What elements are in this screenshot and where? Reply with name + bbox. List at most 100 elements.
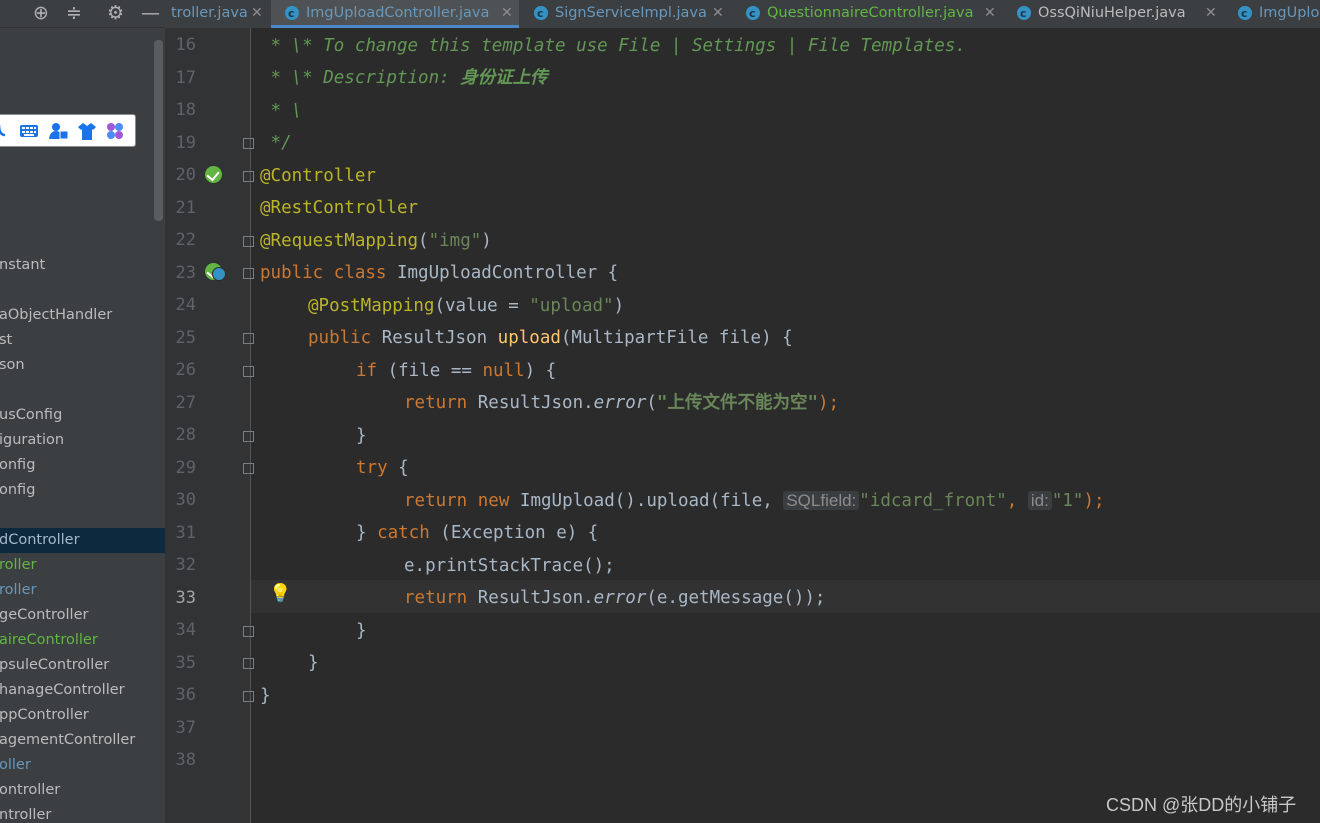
sidebar-item[interactable]: hanageController — [0, 678, 165, 703]
sidebar-item[interactable]: dController — [0, 528, 165, 553]
line-number: 32 — [175, 555, 196, 575]
fold-end-icon[interactable] — [243, 691, 254, 702]
tab-label: SignServiceImpl.java — [555, 5, 707, 21]
fold-start-icon[interactable] — [243, 268, 254, 279]
class-marker-icon — [212, 267, 226, 281]
comment-text-cn: 身份证上传 — [460, 68, 548, 88]
sidebar-item-label: psuleController — [0, 657, 110, 673]
tab-label: ImgUploadController.java — [306, 5, 490, 21]
code-line-19: */ — [260, 133, 292, 153]
java-class-icon — [1017, 1, 1031, 27]
sidebar-item[interactable]: roller — [0, 553, 165, 578]
sidebar-item[interactable]: ontroller — [0, 778, 165, 803]
sidebar-item[interactable]: ppController — [0, 703, 165, 728]
sidebar-item[interactable]: roller — [0, 578, 165, 603]
collapse-icon[interactable]: ≑ — [66, 1, 82, 25]
sidebar-item-label: onfig — [0, 482, 36, 498]
paren: ( — [418, 231, 429, 251]
editor-tab[interactable]: SignServiceImpl.java ✕ — [520, 0, 730, 28]
string-literal: "upload" — [529, 296, 614, 316]
sidebar-item[interactable]: son — [0, 353, 165, 378]
sidebar-item[interactable]: usConfig — [0, 403, 165, 428]
code-line-22: @RequestMapping("img") — [260, 230, 492, 252]
minimize-icon[interactable]: — — [141, 1, 160, 25]
close-icon[interactable]: ✕ — [251, 0, 263, 26]
sidebar-item[interactable]: aireController — [0, 628, 165, 653]
close-icon[interactable]: ✕ — [984, 0, 996, 26]
line-number: 30 — [175, 490, 196, 510]
line-number: 18 — [175, 100, 196, 120]
gear-icon[interactable]: ⚙ — [107, 1, 124, 25]
keyword: return — [404, 588, 478, 608]
fold-end-icon[interactable] — [243, 626, 254, 637]
sidebar-scrollbar[interactable] — [154, 40, 163, 221]
paren: ) — [481, 231, 492, 251]
close-icon[interactable]: ✕ — [712, 0, 724, 26]
keyword: public — [308, 328, 382, 348]
brace: } — [356, 523, 378, 543]
fold-end-icon[interactable] — [243, 658, 254, 669]
sidebar-item[interactable]: onfig — [0, 453, 165, 478]
line-number: 31 — [175, 522, 196, 543]
static-call: error — [593, 393, 647, 413]
fold-start-icon[interactable] — [243, 171, 254, 182]
tab-label: QuestionnaireController.java — [767, 5, 974, 21]
sidebar-item-label: ppController — [0, 707, 89, 723]
sidebar-item[interactable]: oller — [0, 753, 165, 778]
sidebar-item[interactable]: ntroller — [0, 803, 165, 823]
line-number: 25 — [175, 327, 196, 348]
keyword: new — [477, 491, 520, 511]
close-icon[interactable]: ✕ — [501, 0, 513, 26]
line-number: 21 — [175, 197, 196, 218]
target-icon[interactable]: ⊕ — [33, 1, 49, 25]
close-icon[interactable]: ✕ — [1205, 0, 1217, 26]
line-number: 29 — [175, 457, 196, 478]
sidebar-item[interactable]: psuleController — [0, 653, 165, 678]
clover-icon[interactable] — [105, 121, 125, 141]
line-number: 36 — [175, 685, 196, 705]
editor-tab[interactable]: OssQiNiuHelper.java ✕ — [1003, 0, 1223, 28]
sidebar-item[interactable]: geController — [0, 603, 165, 628]
keyboard-icon[interactable] — [19, 121, 39, 141]
fold-end-icon[interactable] — [243, 236, 254, 247]
tab-label: ImgUploa — [1259, 5, 1320, 21]
string-literal: "idcard_front" — [859, 491, 1007, 511]
shirt-icon[interactable] — [77, 121, 97, 141]
fold-start-icon[interactable] — [243, 366, 254, 377]
mic-icon[interactable] — [0, 121, 17, 141]
fold-start-icon[interactable] — [243, 463, 254, 474]
line-number: 35 — [175, 652, 196, 673]
editor-tab[interactable]: ImgUploa — [1224, 0, 1320, 28]
sidebar-item[interactable]: iguration — [0, 428, 165, 453]
code-editor[interactable] — [251, 28, 1320, 823]
sidebar-item-label: son — [0, 357, 25, 373]
fold-end-icon[interactable] — [243, 138, 254, 149]
code-line-32: e.printStackTrace(); — [404, 556, 615, 576]
fold-start-icon[interactable] — [243, 333, 254, 344]
keyword: return — [404, 491, 478, 511]
sidebar-item[interactable]: aObjectHandler — [0, 303, 165, 328]
line-number: 24 — [175, 295, 196, 315]
line-number: 28 — [175, 425, 196, 445]
java-class-icon — [285, 1, 299, 27]
sidebar-item[interactable]: agementController — [0, 728, 165, 753]
parameter-hint: SQLfield: — [783, 491, 860, 510]
condition-end: ) { — [524, 361, 557, 381]
user-icon[interactable] — [49, 121, 69, 141]
spring-bean-icon[interactable] — [205, 166, 222, 183]
string-literal: "1" — [1051, 491, 1084, 511]
editor-tab[interactable]: ImgUploadController.java ✕ — [271, 0, 519, 28]
sidebar-item-label: roller — [0, 557, 37, 573]
editor-tab[interactable]: QuestionnaireController.java ✕ — [732, 0, 1002, 28]
lightbulb-icon[interactable]: 💡 — [269, 583, 291, 604]
sidebar-item[interactable]: nstant — [0, 253, 165, 278]
code-line-30: return new ImgUpload().upload(file, SQLf… — [404, 490, 1105, 512]
line-number: 20 — [175, 165, 196, 185]
sidebar-item[interactable]: onfig — [0, 478, 165, 503]
editor-tab[interactable]: troller.java ✕ — [165, 0, 269, 28]
fold-end-icon[interactable] — [243, 431, 254, 442]
sidebar-item[interactable]: st — [0, 328, 165, 353]
keyword: try — [356, 458, 399, 478]
code-line-18: * \ — [260, 101, 303, 121]
sidebar-item-label: usConfig — [0, 407, 63, 423]
